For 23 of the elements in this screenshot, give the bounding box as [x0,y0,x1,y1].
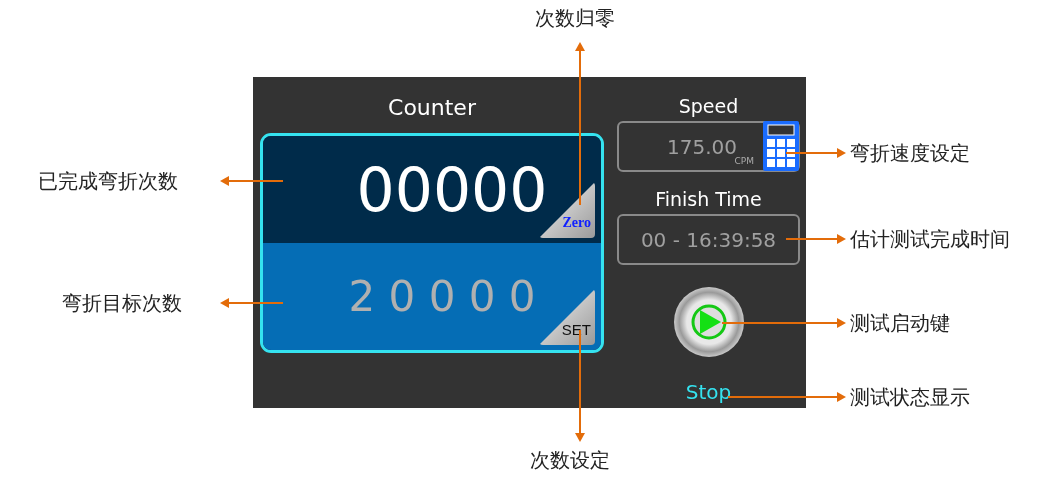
callout-label: 次数设定 [530,447,610,473]
unit-label: CPM [734,154,754,168]
leader-arrow [785,148,846,158]
callout-label: 次数归零 [535,5,615,31]
leader-arrow [785,234,846,244]
callout-label: 弯折目标次数 [62,290,182,316]
finish-time-value: 00 - 16:39:58 [640,226,777,254]
leader-arrow [220,298,284,308]
counter-title: Counter [388,95,476,121]
status-text: Stop [685,379,732,406]
target-count: 2 0 0 0 0 [347,275,536,318]
leader-arrow [220,176,284,186]
callout-label: 已完成弯折次数 [38,168,178,194]
finish-time-label: Finish Time [655,188,762,210]
callout-label: 估计测试完成时间 [850,226,1010,252]
calculator-icon[interactable] [762,120,800,172]
speed-field[interactable]: 175.00 CPM [617,121,800,172]
callout-label: 弯折速度设定 [850,140,970,166]
set-button[interactable]: SET [539,289,595,345]
play-icon [690,304,727,340]
callout-label: 测试状态显示 [850,384,970,410]
callout-label: 测试启动键 [850,310,950,336]
speed-label: Speed [678,95,739,117]
